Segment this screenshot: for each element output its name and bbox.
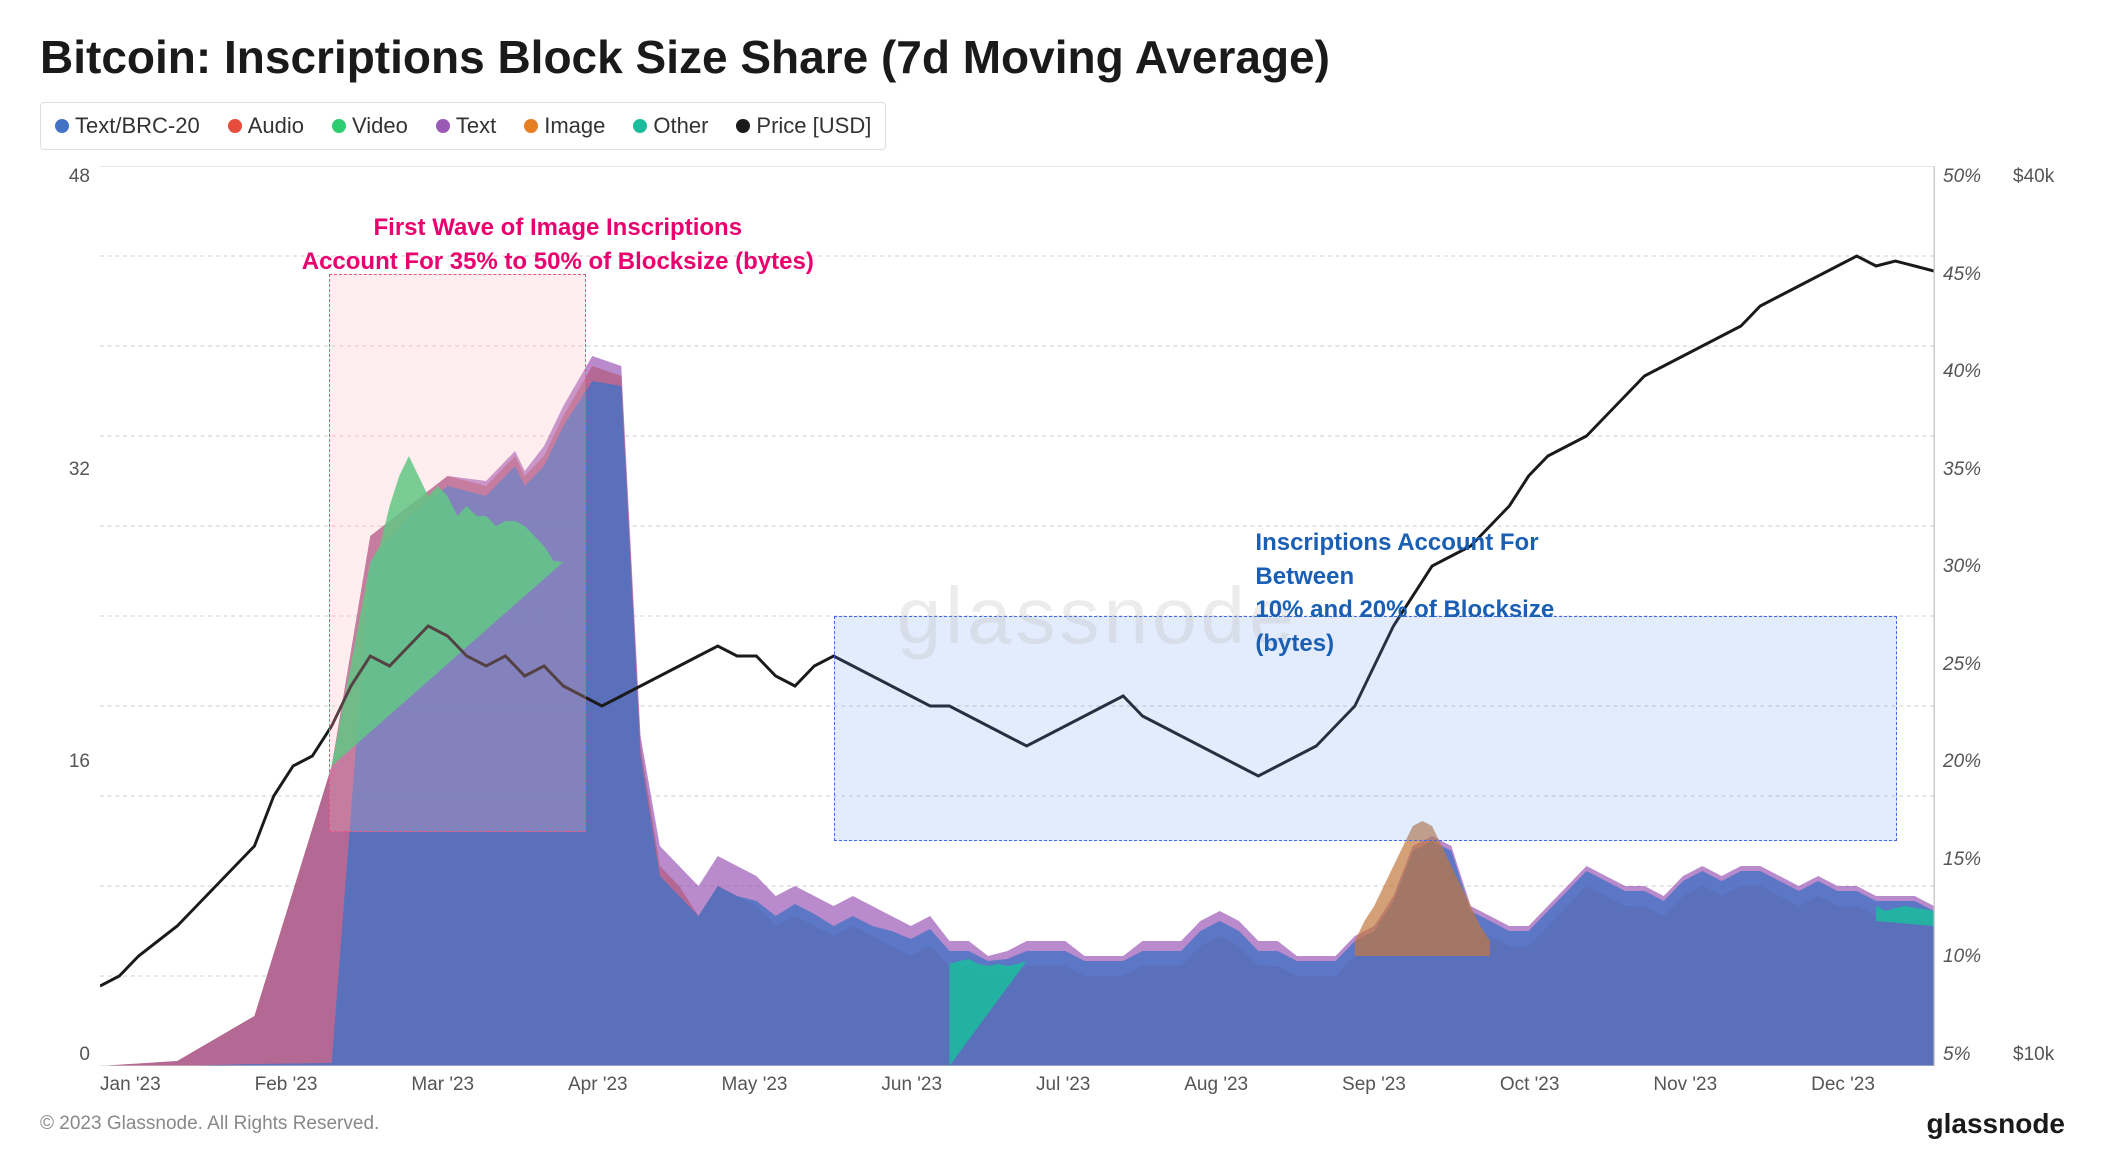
legend-dot-text <box>436 119 450 133</box>
legend-label-text-brc20: Text/BRC-20 <box>75 113 200 139</box>
y-pct-20: 20% <box>1943 751 1981 773</box>
y-pct-10: 10% <box>1943 946 1981 968</box>
x-label-feb: Feb '23 <box>255 1074 318 1096</box>
x-label-may: May '23 <box>722 1074 788 1096</box>
annotation-blue-line1: Inscriptions Account For Between <box>1255 526 1575 593</box>
legend-item-other: Other <box>633 113 708 139</box>
y-pct-45: 45% <box>1943 264 1981 286</box>
x-label-nov: Nov '23 <box>1653 1074 1717 1096</box>
annotation-pink-region <box>329 274 586 832</box>
x-label-mar: Mar '23 <box>411 1074 474 1096</box>
legend-label-audio: Audio <box>248 113 304 139</box>
x-label-sep: Sep '23 <box>1342 1074 1406 1096</box>
y-pct-5: 5% <box>1943 1044 1970 1066</box>
chart-title: Bitcoin: Inscriptions Block Size Share (… <box>40 30 2065 84</box>
x-label-dec: Dec '23 <box>1811 1074 1875 1096</box>
y-label-32: 32 <box>69 459 90 481</box>
y-label-16: 16 <box>69 751 90 773</box>
legend-label-other: Other <box>653 113 708 139</box>
x-label-oct: Oct '23 <box>1500 1074 1560 1096</box>
legend-item-price: Price [USD] <box>736 113 871 139</box>
legend-item-image: Image <box>524 113 605 139</box>
x-axis: Jan '23 Feb '23 Mar '23 Apr '23 May '23 … <box>40 1066 2065 1096</box>
legend-dot-video <box>332 119 346 133</box>
y-pct-40: 40% <box>1943 361 1981 383</box>
y-pct-15: 15% <box>1943 849 1981 871</box>
footer-logo: glassnode <box>1927 1108 2065 1140</box>
price-low: $10k <box>2013 1044 2054 1066</box>
legend-item-video: Video <box>332 113 408 139</box>
y-axis-left: 0 16 32 48 <box>40 166 100 1066</box>
y-label-0: 0 <box>79 1044 90 1066</box>
y-pct-35: 35% <box>1943 459 1981 481</box>
copyright-text: © 2023 Glassnode. All Rights Reserved. <box>40 1113 379 1135</box>
legend-item-audio: Audio <box>228 113 304 139</box>
y-pct-25: 25% <box>1943 654 1981 676</box>
legend-dot-text-brc20 <box>55 119 69 133</box>
chart-legend: Text/BRC-20 Audio Video Text Image Other… <box>40 102 886 150</box>
legend-label-text: Text <box>456 113 496 139</box>
legend-label-image: Image <box>544 113 605 139</box>
chart-plot-area: glassnode First Wave of Image Inscriptio… <box>100 166 1935 1066</box>
legend-dot-audio <box>228 119 242 133</box>
legend-dot-other <box>633 119 647 133</box>
x-label-apr: Apr '23 <box>568 1074 628 1096</box>
annotation-pink-text: First Wave of Image Inscriptions Account… <box>302 211 814 278</box>
chart-area-wrapper: 0 16 32 48 glassnode First Wave of Image… <box>40 166 2065 1066</box>
legend-item-text: Text <box>436 113 496 139</box>
annotation-pink-line2: Account For 35% to 50% of Blocksize (byt… <box>302 245 814 279</box>
x-label-jan: Jan '23 <box>100 1074 161 1096</box>
annotation-pink-line1: First Wave of Image Inscriptions <box>302 211 814 245</box>
y-axis-price: $10k $40k <box>2005 166 2065 1066</box>
annotation-blue-line2: 10% and 20% of Blocksize (bytes) <box>1255 593 1575 660</box>
x-label-jun: Jun '23 <box>881 1074 942 1096</box>
annotation-blue-text: Inscriptions Account For Between 10% and… <box>1255 526 1575 660</box>
image-oct-area <box>1355 821 1490 956</box>
y-label-48: 48 <box>69 166 90 188</box>
legend-dot-image <box>524 119 538 133</box>
legend-label-price: Price [USD] <box>756 113 871 139</box>
x-label-jul: Jul '23 <box>1036 1074 1090 1096</box>
price-high: $40k <box>2013 166 2054 188</box>
chart-footer: © 2023 Glassnode. All Rights Reserved. g… <box>40 1108 2065 1140</box>
chart-container: Bitcoin: Inscriptions Block Size Share (… <box>0 0 2105 1155</box>
legend-dot-price <box>736 119 750 133</box>
y-pct-50: 50% <box>1943 166 1981 188</box>
y-pct-30: 30% <box>1943 556 1981 578</box>
y-axis-pct: 5% 10% 15% 20% 25% 30% 35% 40% 45% 50% <box>1935 166 2005 1066</box>
legend-label-video: Video <box>352 113 408 139</box>
x-label-aug: Aug '23 <box>1184 1074 1248 1096</box>
legend-item-text-brc20: Text/BRC-20 <box>55 113 200 139</box>
